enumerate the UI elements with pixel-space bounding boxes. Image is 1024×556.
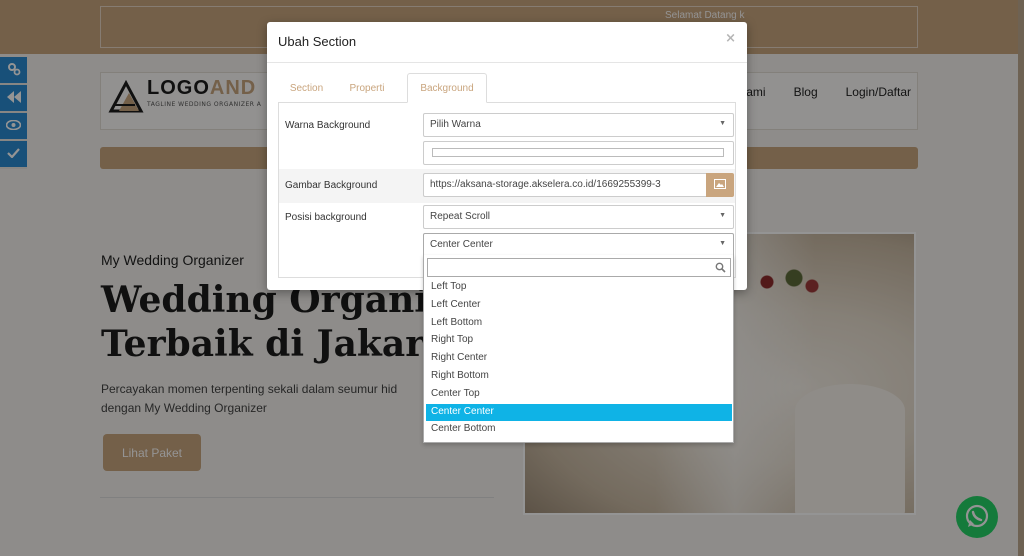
color-select[interactable]: Pilih Warna ▼ xyxy=(423,113,734,137)
image-label: Gambar Background xyxy=(285,180,378,191)
position-select[interactable]: Center Center ▼ xyxy=(423,233,734,257)
modal-header: Ubah Section × xyxy=(267,22,747,63)
dropdown-option[interactable]: Left Top xyxy=(426,279,732,297)
color-label: Warna Background xyxy=(285,120,371,131)
dropdown-options: Left Top Left Center Left Bottom Right T… xyxy=(426,279,732,439)
position-label: Posisi background xyxy=(285,212,367,223)
caret-down-icon: ▼ xyxy=(719,120,726,127)
color-swatch xyxy=(432,148,724,157)
dropdown-option[interactable]: Center Top xyxy=(426,386,732,404)
dropdown-option[interactable]: Right Bottom xyxy=(426,368,732,386)
repeat-select-value: Repeat Scroll xyxy=(430,211,491,222)
tab-properti[interactable]: Properti xyxy=(337,73,397,103)
choose-image-button[interactable] xyxy=(706,173,734,197)
background-form: Warna Background Pilih Warna ▼ Gambar Ba… xyxy=(278,103,736,278)
position-select-value: Center Center xyxy=(430,239,493,250)
dropdown-option[interactable]: Right Center xyxy=(426,350,732,368)
image-url-input[interactable]: https://aksana-storage.akselera.co.id/16… xyxy=(423,173,706,197)
dropdown-option-selected[interactable]: Center Center xyxy=(426,403,732,422)
modal-tabs: Section Properti Background xyxy=(278,73,736,103)
close-button[interactable]: × xyxy=(725,31,736,46)
color-select-value: Pilih Warna xyxy=(430,119,481,130)
dropdown-search-input[interactable] xyxy=(427,258,731,277)
tab-section[interactable]: Section xyxy=(278,73,335,103)
modal-title: Ubah Section xyxy=(278,34,357,49)
caret-down-icon: ▼ xyxy=(719,212,726,219)
dropdown-option[interactable]: Left Center xyxy=(426,297,732,315)
image-icon xyxy=(714,178,726,192)
dropdown-option[interactable]: Center Bottom xyxy=(426,421,732,439)
color-preview[interactable] xyxy=(423,141,734,165)
position-dropdown: Left Top Left Center Left Bottom Right T… xyxy=(423,255,734,443)
repeat-select[interactable]: Repeat Scroll ▼ xyxy=(423,205,734,229)
dropdown-option[interactable]: Right Top xyxy=(426,332,732,350)
caret-down-icon: ▼ xyxy=(719,240,726,247)
edit-section-modal: Ubah Section × Section Properti Backgrou… xyxy=(267,22,747,290)
search-icon xyxy=(715,262,726,276)
dropdown-option[interactable]: Left Bottom xyxy=(426,315,732,333)
tab-background[interactable]: Background xyxy=(407,73,487,103)
